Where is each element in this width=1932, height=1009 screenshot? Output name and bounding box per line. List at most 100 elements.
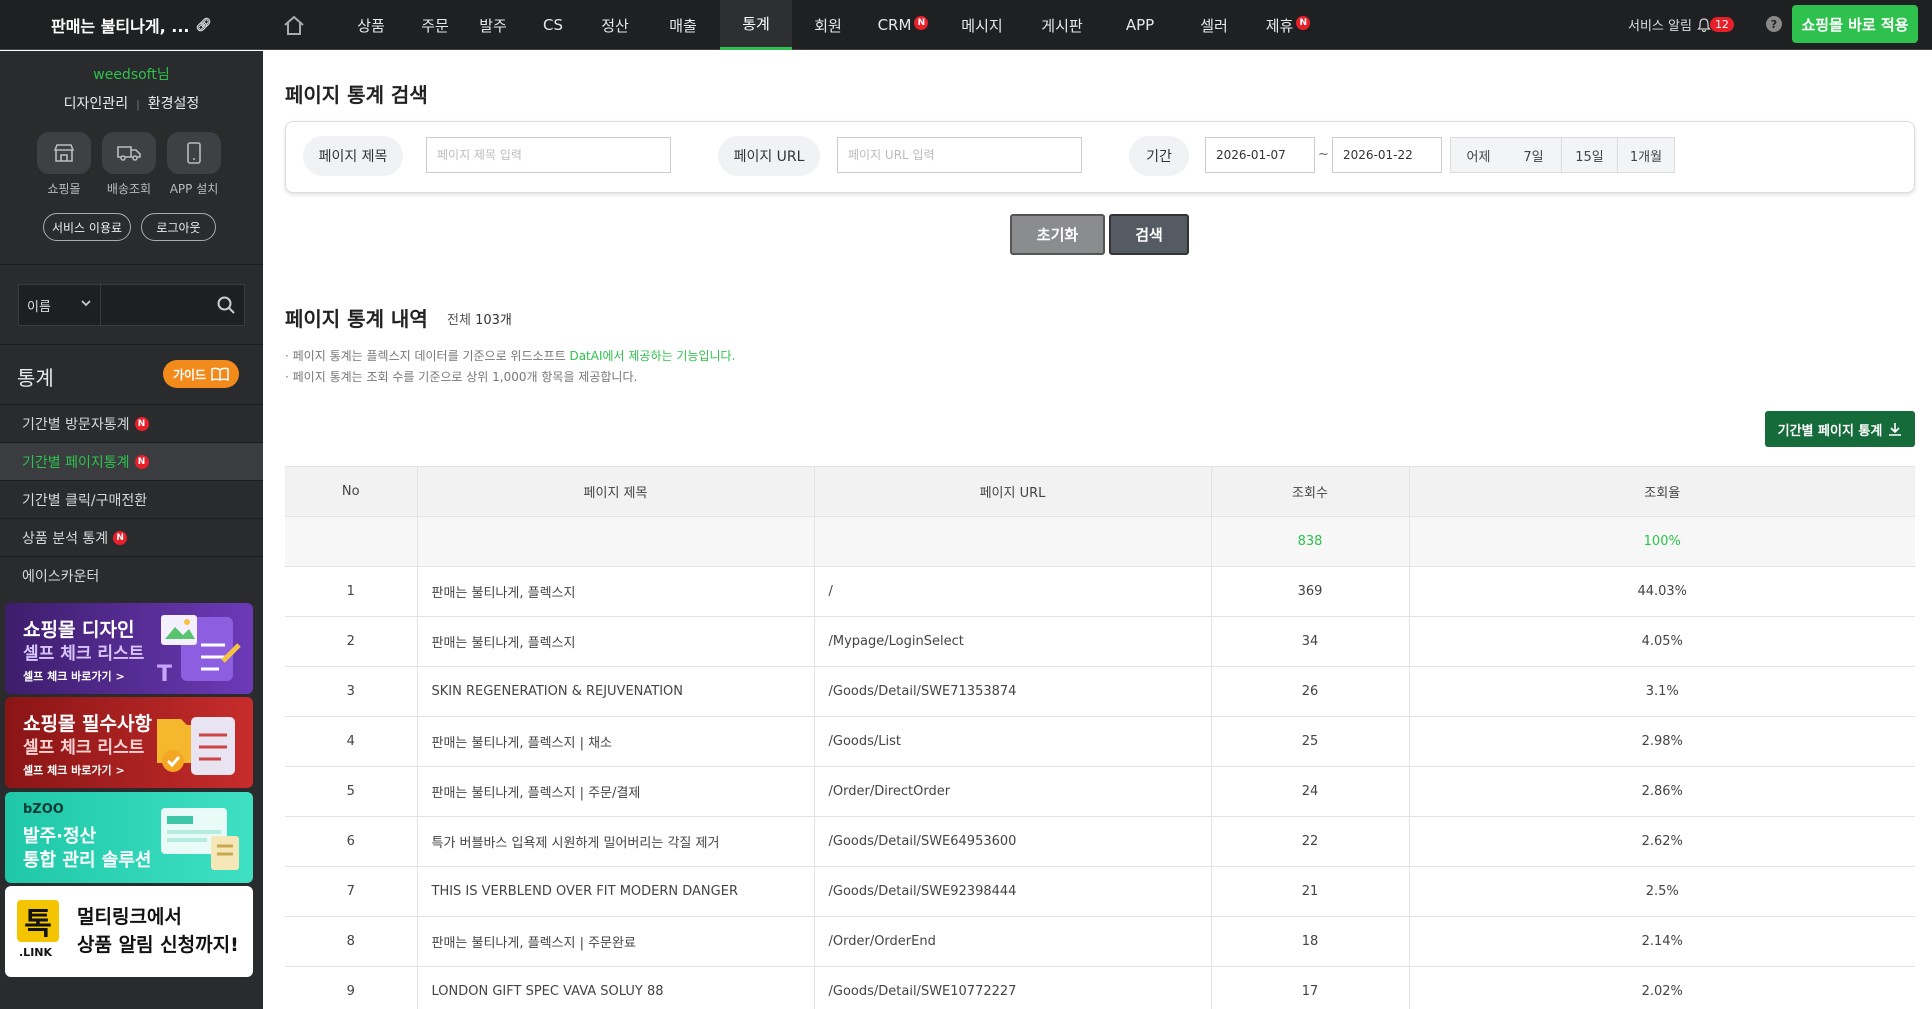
banner-design-checklist[interactable]: 쇼핑몰 디자인 셀프 체크 리스트 셀프 체크 바로가기 > T — [5, 603, 253, 694]
brand-title[interactable]: 판매는 불티나게, ... 🔗︎ — [0, 0, 263, 50]
cell-rate: 4.05% — [1409, 616, 1915, 667]
cell-title: THIS IS VERBLEND OVER FIT MODERN DANGER — [417, 866, 815, 917]
service-fee-button[interactable]: 서비스 이용료 — [43, 213, 131, 241]
cell-no: 6 — [285, 816, 418, 867]
new-badge: N — [134, 454, 149, 469]
cell-title: 판매는 불티나게, 플렉스지 — [417, 616, 815, 667]
logout-button[interactable]: 로그아웃 — [141, 213, 216, 241]
settings-link[interactable]: 환경설정 — [148, 96, 200, 112]
divider — [0, 344, 263, 345]
nav-item[interactable]: CRM N — [864, 0, 942, 50]
sidebar-item-product-analysis[interactable]: 상품 분석 통계 N — [0, 518, 263, 556]
multilink-logo-icon: 톡 — [17, 900, 59, 942]
cell-no: 9 — [285, 966, 418, 1009]
user-links: 디자인관리 | 환경설정 — [63, 96, 200, 112]
cell-url: /Order/OrderEnd — [814, 916, 1212, 967]
download-icon — [1889, 423, 1902, 436]
design-manage-link[interactable]: 디자인관리 — [64, 96, 128, 112]
date-from-input[interactable] — [1205, 137, 1315, 173]
cell-rate: 2.02% — [1409, 966, 1915, 1009]
banner-required-checklist[interactable]: 쇼핑몰 필수사항 셀프 체크 리스트 셀프 체크 바로가기 > — [5, 697, 253, 788]
range-yesterday-button[interactable]: 어제 — [1450, 137, 1507, 173]
guide-button[interactable]: 가이드 — [163, 360, 239, 388]
link-icon: 🔗︎ — [195, 17, 212, 33]
download-page-stats-button[interactable]: 기간별 페이지 통계 — [1765, 411, 1915, 447]
nav-item[interactable]: 게시판 — [1022, 0, 1102, 50]
service-alert[interactable]: 서비스 알림 12 — [1628, 15, 1734, 34]
banner-multilink[interactable]: 톡 .LINK 멀티링크에서 상품 알림 신청까지! — [5, 886, 253, 977]
quick-app-button[interactable] — [167, 132, 221, 174]
search-box: 페이지 제목 페이지 URL 기간 ~ 어제 7일 15일 1개월 — [285, 121, 1915, 193]
apply-shop-button[interactable]: 쇼핑몰 바로 적용 — [1792, 5, 1918, 43]
search-section-title: 페이지 통계 검색 — [285, 83, 428, 107]
cell-rate: 2.14% — [1409, 916, 1915, 967]
search-button[interactable]: 검색 — [1109, 214, 1189, 255]
nav-item[interactable]: 발주 — [464, 0, 522, 50]
nav-item[interactable]: 상품 — [336, 0, 406, 50]
col-view-rate: 조회율 — [1409, 466, 1915, 517]
cell-views: 26 — [1211, 666, 1410, 717]
chevron-down-icon — [81, 300, 91, 307]
nav-item[interactable]: 회원 — [792, 0, 864, 50]
divider — [0, 264, 263, 265]
page-url-input[interactable] — [837, 137, 1082, 173]
date-to-input[interactable] — [1332, 137, 1442, 173]
page-title-label: 페이지 제목 — [303, 136, 403, 176]
note-line-1: · 페이지 통계는 플렉스지 데이터를 기준으로 위드소프트 DatAI에서 제… — [285, 349, 736, 363]
cell-title: 판매는 불티나게, 플렉스지 | 주문완료 — [417, 916, 815, 967]
total-count: 전체 103개 — [447, 313, 512, 328]
cell-title: SKIN REGENERATION & REJUVENATION — [417, 666, 815, 717]
user-name: weedsoft님 — [93, 67, 170, 83]
cell-url: /Mypage/LoginSelect — [814, 616, 1212, 667]
sidebar-item-visitor-stats[interactable]: 기간별 방문자통계 N — [0, 404, 263, 442]
banner-order-settlement[interactable]: bZOO 발주·정산 통합 관리 솔루션 — [5, 792, 253, 883]
section-title: 통계 — [17, 366, 54, 390]
nav-item[interactable]: APP — [1102, 0, 1178, 50]
nav-item[interactable]: 제휴 N — [1250, 0, 1326, 50]
range-7d-button[interactable]: 7일 — [1506, 137, 1562, 173]
col-page-url: 페이지 URL — [814, 466, 1212, 517]
search-icon[interactable] — [216, 295, 236, 315]
cell-views: 34 — [1211, 616, 1410, 667]
help-icon[interactable]: ? — [1766, 16, 1782, 32]
table-row: 5 판매는 불티나게, 플렉스지 | 주문/결제/Order/DirectOrde… — [285, 766, 1915, 817]
page-stats-table: No 페이지 제목 페이지 URL 조회수 조회율 838 100% 1 판매는 … — [285, 466, 1915, 1009]
cell-views: 17 — [1211, 966, 1410, 1009]
sidebar-item-page-stats[interactable]: 기간별 페이지통계 N — [0, 442, 263, 480]
quick-mall-button[interactable] — [37, 132, 91, 174]
main-nav: 상품 주문 발주 CS 정산 매출 통계 회원 CRM N 메시지 게시판 APP… — [336, 0, 1326, 50]
sidebar-item-acecounter[interactable]: 에이스카운터 — [0, 556, 263, 594]
new-badge: N — [134, 416, 149, 431]
nav-item[interactable]: 매출 — [646, 0, 720, 50]
brand-name: 판매는 불티나게, ... — [50, 17, 190, 36]
sidebar-item-click-conversion[interactable]: 기간별 클릭/구매전환 — [0, 480, 263, 518]
nav-item[interactable]: 셀러 — [1178, 0, 1250, 50]
alert-count-badge: 12 — [1709, 17, 1734, 32]
sidebar-search: 이름 — [18, 284, 245, 326]
page-title-input[interactable] — [426, 137, 671, 173]
nav-item[interactable]: 주문 — [406, 0, 464, 50]
col-no: No — [285, 466, 418, 517]
summary-row: 838 100% — [285, 516, 1915, 567]
table-row: 7 THIS IS VERBLEND OVER FIT MODERN DANGER… — [285, 866, 1915, 917]
home-icon[interactable] — [282, 14, 306, 38]
quick-delivery-button[interactable] — [102, 132, 156, 174]
phone-icon — [187, 142, 201, 164]
range-1m-button[interactable]: 1개월 — [1618, 137, 1675, 173]
nav-item[interactable]: 메시지 — [942, 0, 1022, 50]
table-row: 2 판매는 불티나게, 플렉스지/Mypage/LoginSelect 34 4.05… — [285, 616, 1915, 667]
nav-item-active[interactable]: 통계 — [720, 0, 792, 50]
reset-button[interactable]: 초기화 — [1010, 214, 1105, 255]
cell-views: 369 — [1211, 566, 1410, 617]
nav-item[interactable]: CS — [522, 0, 584, 50]
nav-item[interactable]: 정산 — [584, 0, 646, 50]
svg-text:T: T — [157, 662, 172, 686]
cell-no: 4 — [285, 716, 418, 767]
search-field-select[interactable]: 이름 — [19, 285, 101, 325]
range-15d-button[interactable]: 15일 — [1562, 137, 1618, 173]
cell-url: /Goods/Detail/SWE10772227 — [814, 966, 1212, 1009]
folder-check-illustration-icon — [157, 717, 235, 775]
new-badge: N — [914, 16, 929, 30]
top-bar: 판매는 불티나게, ... 🔗︎ 상품 주문 발주 CS 정산 매출 통계 회원… — [0, 0, 1932, 50]
page-url-label: 페이지 URL — [718, 136, 820, 176]
